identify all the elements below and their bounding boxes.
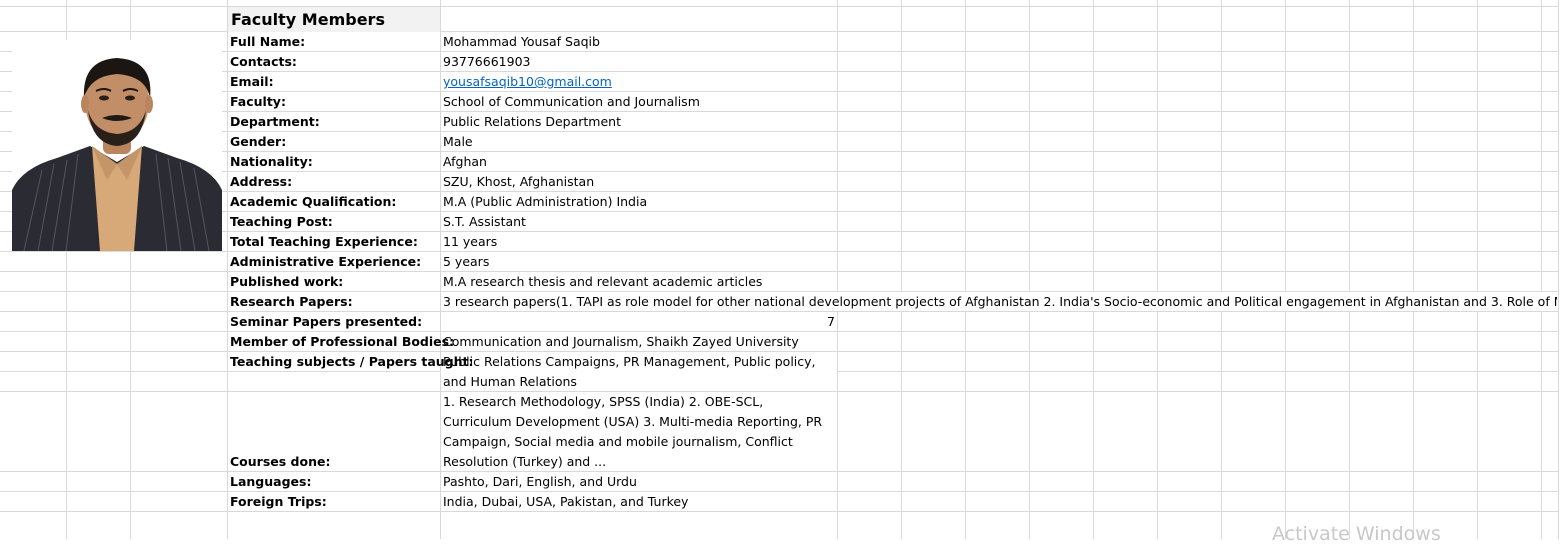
label-full-name[interactable]: Full Name: (230, 32, 305, 52)
label-courses-done[interactable]: Courses done: (230, 452, 330, 472)
label-administrative-experience[interactable]: Administrative Experience: (230, 252, 421, 272)
value-total-teaching-experience[interactable]: 11 years (443, 232, 497, 252)
label-nationality[interactable]: Nationality: (230, 152, 313, 172)
label-teaching-post[interactable]: Teaching Post: (230, 212, 333, 232)
value-seminar-papers[interactable]: 7 (800, 312, 835, 332)
label-seminar-papers[interactable]: Seminar Papers presented: (230, 312, 422, 332)
label-professional-bodies[interactable]: Member of Professional Bodies: (230, 332, 454, 352)
person-photo[interactable] (12, 40, 222, 251)
label-foreign-trips[interactable]: Foreign Trips: (230, 492, 327, 512)
sheet-title[interactable]: Faculty Members (231, 8, 385, 32)
label-department[interactable]: Department: (230, 112, 320, 132)
value-administrative-experience[interactable]: 5 years (443, 252, 489, 272)
value-research-papers[interactable]: 3 research papers(1. TAPI as role model … (443, 292, 1557, 312)
label-email[interactable]: Email: (230, 72, 274, 92)
value-languages[interactable]: Pashto, Dari, English, and Urdu (443, 472, 637, 492)
value-courses-done[interactable]: 1. Research Methodology, SPSS (India) 2.… (443, 392, 833, 472)
value-professional-bodies[interactable]: Communication and Journalism, Shaikh Zay… (443, 332, 799, 352)
label-address[interactable]: Address: (230, 172, 292, 192)
activate-windows-watermark: Activate Windows (1272, 523, 1441, 545)
value-department[interactable]: Public Relations Department (443, 112, 621, 132)
value-faculty[interactable]: School of Communication and Journalism (443, 92, 700, 112)
value-full-name[interactable]: Mohammad Yousaf Saqib (443, 32, 600, 52)
label-gender[interactable]: Gender: (230, 132, 286, 152)
label-total-teaching-experience[interactable]: Total Teaching Experience: (230, 232, 418, 252)
email-link[interactable]: yousafsaqib10@gmail.com (443, 72, 612, 92)
value-contacts[interactable]: 93776661903 (443, 52, 530, 72)
value-address[interactable]: SZU, Khost, Afghanistan (443, 172, 594, 192)
value-academic-qualification[interactable]: M.A (Public Administration) India (443, 192, 647, 212)
value-published-work[interactable]: M.A research thesis and relevant academi… (443, 272, 762, 292)
label-research-papers[interactable]: Research Papers: (230, 292, 353, 312)
value-teaching-post[interactable]: S.T. Assistant (443, 212, 526, 232)
label-faculty[interactable]: Faculty: (230, 92, 286, 112)
label-published-work[interactable]: Published work: (230, 272, 343, 292)
label-academic-qualification[interactable]: Academic Qualification: (230, 192, 396, 212)
label-contacts[interactable]: Contacts: (230, 52, 297, 72)
value-teaching-subjects[interactable]: Public Relations Campaigns, PR Managemen… (443, 352, 833, 392)
value-nationality[interactable]: Afghan (443, 152, 487, 172)
label-languages[interactable]: Languages: (230, 472, 311, 492)
value-foreign-trips[interactable]: India, Dubai, USA, Pakistan, and Turkey (443, 492, 688, 512)
label-teaching-subjects[interactable]: Teaching subjects / Papers taught: (230, 352, 474, 372)
value-gender[interactable]: Male (443, 132, 473, 152)
person-photo-icon (12, 40, 222, 251)
